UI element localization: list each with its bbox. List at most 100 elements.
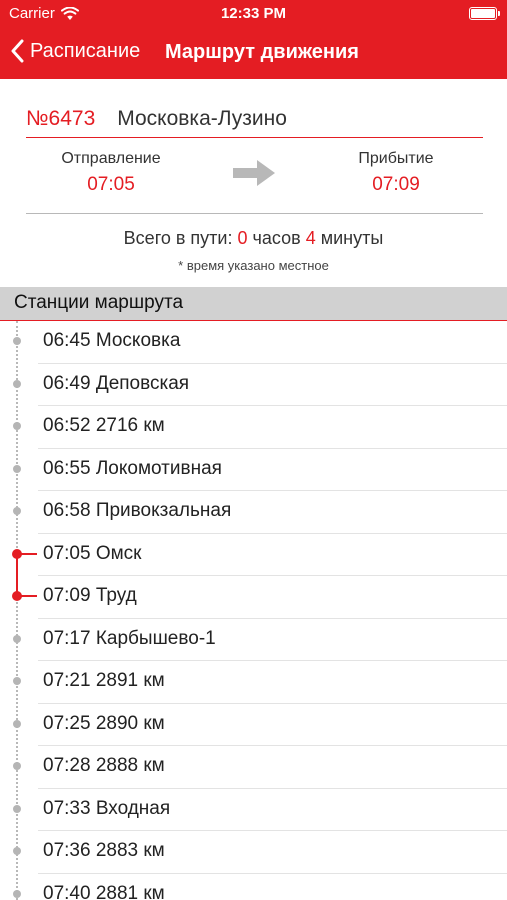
total-hours-unit: часов	[252, 228, 301, 248]
back-button-label: Расписание	[30, 39, 141, 62]
total-travel-time: Всего в пути: 0 часов 4 минуты	[0, 228, 507, 249]
station-name: Привокзальная	[90, 500, 232, 521]
trip-times: Отправление 07:05 Прибытие 07:09	[26, 140, 483, 214]
trip-segment-line	[16, 553, 18, 596]
chevron-left-icon	[11, 39, 24, 63]
back-button[interactable]: Расписание	[10, 39, 140, 63]
station-label: 07:05 Омск	[43, 543, 141, 565]
station-row[interactable]: 07:36 2883 км	[0, 831, 507, 874]
timeline-dot	[13, 889, 21, 898]
station-label: 07:17 Карбышево-1	[43, 628, 216, 650]
station-time: 07:36	[43, 840, 91, 861]
station-label: 06:55 Локомотивная	[43, 458, 222, 480]
station-time: 07:28	[43, 755, 91, 776]
station-row[interactable]: 07:09 Труд	[0, 576, 507, 619]
station-row[interactable]: 07:33 Входная	[0, 789, 507, 831]
timeline-dot	[13, 507, 21, 515]
station-time: 06:55	[43, 457, 91, 479]
station-row[interactable]: 07:21 2891 км	[0, 661, 507, 704]
station-name: 2883 км	[90, 840, 165, 861]
station-label: 07:36 2883 км	[43, 840, 165, 862]
timeline-tick	[21, 595, 37, 597]
navigation-bar: Расписание Маршрут движения	[0, 28, 507, 79]
station-name: Омск	[90, 542, 142, 564]
station-label: 07:09 Труд	[43, 585, 137, 607]
train-info: №6473 Московка-Лузино	[26, 100, 483, 138]
station-name: 2891 км	[90, 670, 165, 691]
arrival-block: Прибытие 07:09	[326, 150, 466, 196]
station-row[interactable]: 06:55 Локомотивная	[0, 449, 507, 491]
total-minutes-unit: минуты	[320, 228, 384, 248]
section-title: Станции маршрута	[14, 292, 184, 313]
station-label: 07:21 2891 км	[43, 670, 165, 692]
arrival-label: Прибытие	[358, 150, 434, 167]
station-name: Московка	[90, 330, 181, 351]
timeline-dot	[13, 379, 21, 388]
station-row[interactable]: 07:17 Карбышево-1	[0, 619, 507, 661]
departure-block: Отправление 07:05	[41, 150, 181, 196]
timeline-dot	[13, 464, 21, 473]
timeline-dot	[13, 762, 21, 770]
timeline-dot	[13, 804, 21, 813]
station-time: 07:21	[43, 670, 91, 691]
total-prefix: Всего в пути:	[123, 228, 233, 248]
station-row[interactable]: 06:58 Привокзальная	[0, 491, 507, 534]
station-label: 07:33 Входная	[43, 798, 170, 820]
total-hours: 0	[237, 228, 248, 248]
station-label: 07:25 2890 км	[43, 713, 165, 735]
stations-section-header: Станции маршрута	[0, 287, 507, 321]
station-row[interactable]: 07:05 Омск	[0, 534, 507, 576]
stations-list: 06:45 Московка 06:49 Деповская 06:52 2716 …	[0, 321, 507, 900]
departure-label: Отправление	[61, 150, 161, 167]
train-route: Московка-Лузино	[117, 106, 287, 130]
station-row[interactable]: 06:49 Деповская	[0, 364, 507, 406]
station-name: Труд	[90, 585, 137, 606]
station-name: Деповская	[90, 372, 190, 394]
battery-icon	[469, 7, 500, 20]
status-time: 12:33 PM	[220, 5, 287, 22]
station-name: 2888 км	[90, 755, 165, 776]
timeline-dot	[13, 422, 21, 430]
timeline-dot	[13, 337, 21, 345]
total-minutes: 4	[305, 228, 316, 248]
station-row[interactable]: 06:45 Московка	[0, 321, 507, 364]
arrival-time: 07:09	[372, 174, 420, 195]
arrow-right-icon	[233, 160, 275, 186]
status-bar: Carrier 12:33 PM	[0, 0, 507, 28]
station-time: 06:49	[43, 372, 91, 394]
timeline-tick	[21, 552, 37, 555]
station-label: 07:40 2881 км	[43, 883, 165, 900]
departure-time: 07:05	[87, 174, 135, 195]
page-title: Маршрут движения	[165, 41, 359, 63]
station-time: 07:17	[43, 627, 91, 649]
station-label: 06:58 Привокзальная	[43, 500, 231, 522]
station-time: 07:40	[43, 882, 91, 900]
station-name: 2881 км	[90, 882, 165, 900]
station-row[interactable]: 07:28 2888 км	[0, 746, 507, 789]
timeline-dot	[13, 634, 21, 643]
station-time: 07:33	[43, 797, 91, 819]
timeline-dot	[13, 847, 21, 855]
station-label: 07:28 2888 км	[43, 755, 165, 777]
station-label: 06:52 2716 км	[43, 415, 165, 437]
train-number: №6473	[26, 106, 96, 130]
timeline-dot	[13, 719, 21, 728]
local-time-note: * время указано местное	[178, 258, 329, 273]
station-time: 07:09	[43, 585, 91, 606]
station-row[interactable]: 07:40 2881 км	[0, 874, 507, 900]
station-label: 06:49 Деповская	[43, 373, 189, 395]
station-name: 2716 км	[90, 415, 165, 436]
app-header: Carrier 12:33 PM Расписание Маршрут движ…	[0, 0, 507, 79]
station-row[interactable]: 06:52 2716 км	[0, 406, 507, 449]
timeline-dot	[13, 677, 21, 685]
station-name: Локомотивная	[90, 457, 222, 479]
station-name: Входная	[90, 797, 171, 819]
station-name: Карбышево-1	[90, 627, 216, 649]
station-name: 2890 км	[90, 712, 165, 734]
station-time: 06:52	[43, 415, 91, 436]
station-time: 06:58	[43, 500, 91, 521]
station-row[interactable]: 07:25 2890 км	[0, 704, 507, 746]
station-time: 07:05	[43, 542, 91, 564]
station-time: 06:45	[43, 330, 91, 351]
station-time: 07:25	[43, 712, 91, 734]
